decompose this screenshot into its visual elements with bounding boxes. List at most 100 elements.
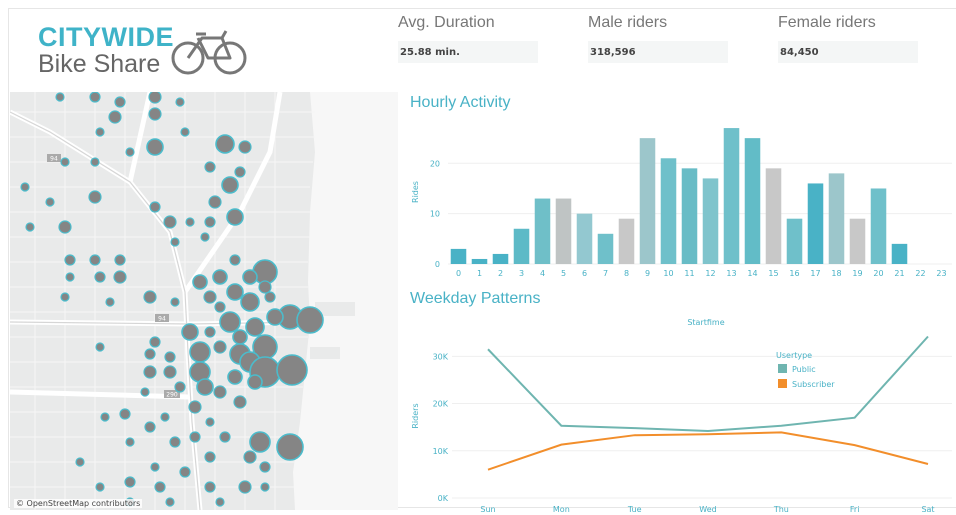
bike-station-marker[interactable]: [213, 385, 227, 399]
bike-station-marker[interactable]: [247, 374, 263, 390]
bike-station-marker[interactable]: [170, 237, 180, 247]
bike-station-marker[interactable]: [90, 157, 100, 167]
bike-station-marker[interactable]: [95, 342, 105, 352]
bike-station-marker[interactable]: [95, 127, 105, 137]
bike-station-marker[interactable]: [238, 480, 252, 494]
bike-station-marker[interactable]: [219, 311, 241, 333]
bike-station-marker[interactable]: [221, 176, 239, 194]
bike-station-marker[interactable]: [149, 336, 161, 348]
bike-station-marker[interactable]: [242, 269, 258, 285]
bike-station-marker[interactable]: [215, 134, 235, 154]
bike-station-marker[interactable]: [160, 412, 170, 422]
bike-station-marker[interactable]: [89, 254, 101, 266]
hourly-bar[interactable]: [723, 128, 740, 264]
bike-station-marker[interactable]: [185, 217, 195, 227]
bike-station-marker[interactable]: [100, 412, 110, 422]
bike-station-marker[interactable]: [55, 92, 65, 102]
bike-station-marker[interactable]: [192, 274, 208, 290]
bike-station-marker[interactable]: [226, 208, 244, 226]
hourly-bar[interactable]: [702, 178, 719, 264]
bike-station-marker[interactable]: [148, 107, 162, 121]
bike-station-marker[interactable]: [94, 271, 106, 283]
bike-station-marker[interactable]: [219, 431, 231, 443]
bike-station-marker[interactable]: [232, 329, 248, 345]
hourly-bar[interactable]: [471, 258, 488, 264]
bike-station-marker[interactable]: [108, 110, 122, 124]
bike-station-marker[interactable]: [175, 97, 185, 107]
hourly-bar[interactable]: [807, 183, 824, 264]
bike-station-marker[interactable]: [181, 323, 199, 341]
bike-station-marker[interactable]: [258, 280, 272, 294]
series-line-public[interactable]: [487, 335, 929, 432]
bike-station-marker[interactable]: [204, 451, 216, 463]
bike-station-marker[interactable]: [196, 378, 214, 396]
bike-station-marker[interactable]: [260, 482, 270, 492]
bike-station-marker[interactable]: [143, 365, 157, 379]
hourly-bar[interactable]: [828, 173, 845, 264]
bike-station-marker[interactable]: [179, 466, 191, 478]
bike-station-marker[interactable]: [189, 341, 211, 363]
bike-station-marker[interactable]: [58, 220, 72, 234]
bike-station-marker[interactable]: [143, 290, 157, 304]
map-canvas[interactable]: 94 94 290: [10, 92, 398, 510]
bike-station-marker[interactable]: [174, 381, 186, 393]
bike-station-marker[interactable]: [25, 222, 35, 232]
bike-station-marker[interactable]: [146, 138, 164, 156]
bike-station-marker[interactable]: [204, 481, 216, 493]
bike-station-marker[interactable]: [188, 400, 202, 414]
bike-station-marker[interactable]: [65, 272, 75, 282]
hourly-bar[interactable]: [660, 158, 677, 264]
bike-station-marker[interactable]: [144, 348, 156, 360]
bike-station-marker[interactable]: [89, 92, 101, 103]
bike-station-marker[interactable]: [114, 254, 126, 266]
bike-station-marker[interactable]: [165, 497, 175, 507]
weekday-patterns-chart[interactable]: Startfime 0K 10K 20K 30K Riders Sun Mon Tue Wed Th…: [404, 312, 956, 512]
bike-station-marker[interactable]: [64, 254, 76, 266]
hourly-bar[interactable]: [891, 243, 908, 264]
bike-station-marker[interactable]: [259, 461, 271, 473]
bike-station-marker[interactable]: [150, 462, 160, 472]
bike-station-marker[interactable]: [113, 270, 127, 284]
bike-station-marker[interactable]: [75, 457, 85, 467]
hourly-bar[interactable]: [513, 228, 530, 264]
hourly-bar[interactable]: [555, 198, 572, 264]
bike-station-marker[interactable]: [240, 292, 260, 312]
hourly-bar[interactable]: [786, 218, 803, 264]
bike-station-marker[interactable]: [45, 197, 55, 207]
hourly-bar[interactable]: [618, 218, 635, 264]
bike-station-marker[interactable]: [124, 476, 136, 488]
bike-station-marker[interactable]: [125, 147, 135, 157]
bike-station-marker[interactable]: [114, 96, 126, 108]
bike-station-marker[interactable]: [20, 182, 30, 192]
bike-station-marker[interactable]: [226, 283, 244, 301]
bike-station-marker[interactable]: [266, 308, 284, 326]
bike-station-marker[interactable]: [189, 431, 201, 443]
bike-station-marker[interactable]: [140, 387, 150, 397]
hourly-bar[interactable]: [744, 138, 761, 264]
hourly-activity-chart[interactable]: 01020Rides0 1 2 3 4 5 6 7 8 9 10 11 12 13 14 15 16 17 18 19…: [404, 112, 956, 284]
bike-station-marker[interactable]: [215, 497, 225, 507]
station-map[interactable]: 94 94 290 © OpenStreetMap contributors: [10, 92, 398, 510]
hourly-bar[interactable]: [492, 253, 509, 264]
bike-station-marker[interactable]: [238, 140, 252, 154]
bike-station-marker[interactable]: [163, 365, 177, 379]
bike-station-marker[interactable]: [214, 301, 226, 313]
hourly-bar[interactable]: [450, 248, 467, 264]
bike-station-marker[interactable]: [245, 317, 265, 337]
hourly-bar[interactable]: [639, 138, 656, 264]
bike-station-marker[interactable]: [148, 92, 162, 104]
bike-station-marker[interactable]: [164, 351, 176, 363]
bike-station-marker[interactable]: [149, 201, 161, 213]
bike-station-marker[interactable]: [227, 369, 243, 385]
hourly-bar[interactable]: [849, 218, 866, 264]
bike-station-marker[interactable]: [204, 161, 216, 173]
bike-station-marker[interactable]: [154, 481, 166, 493]
bike-station-marker[interactable]: [200, 232, 210, 242]
bike-station-marker[interactable]: [212, 269, 228, 285]
bike-station-marker[interactable]: [276, 433, 304, 461]
bike-station-marker[interactable]: [208, 195, 222, 209]
bike-station-marker[interactable]: [119, 408, 131, 420]
bike-station-marker[interactable]: [213, 340, 227, 354]
bike-station-marker[interactable]: [233, 395, 247, 409]
bike-station-marker[interactable]: [95, 482, 105, 492]
